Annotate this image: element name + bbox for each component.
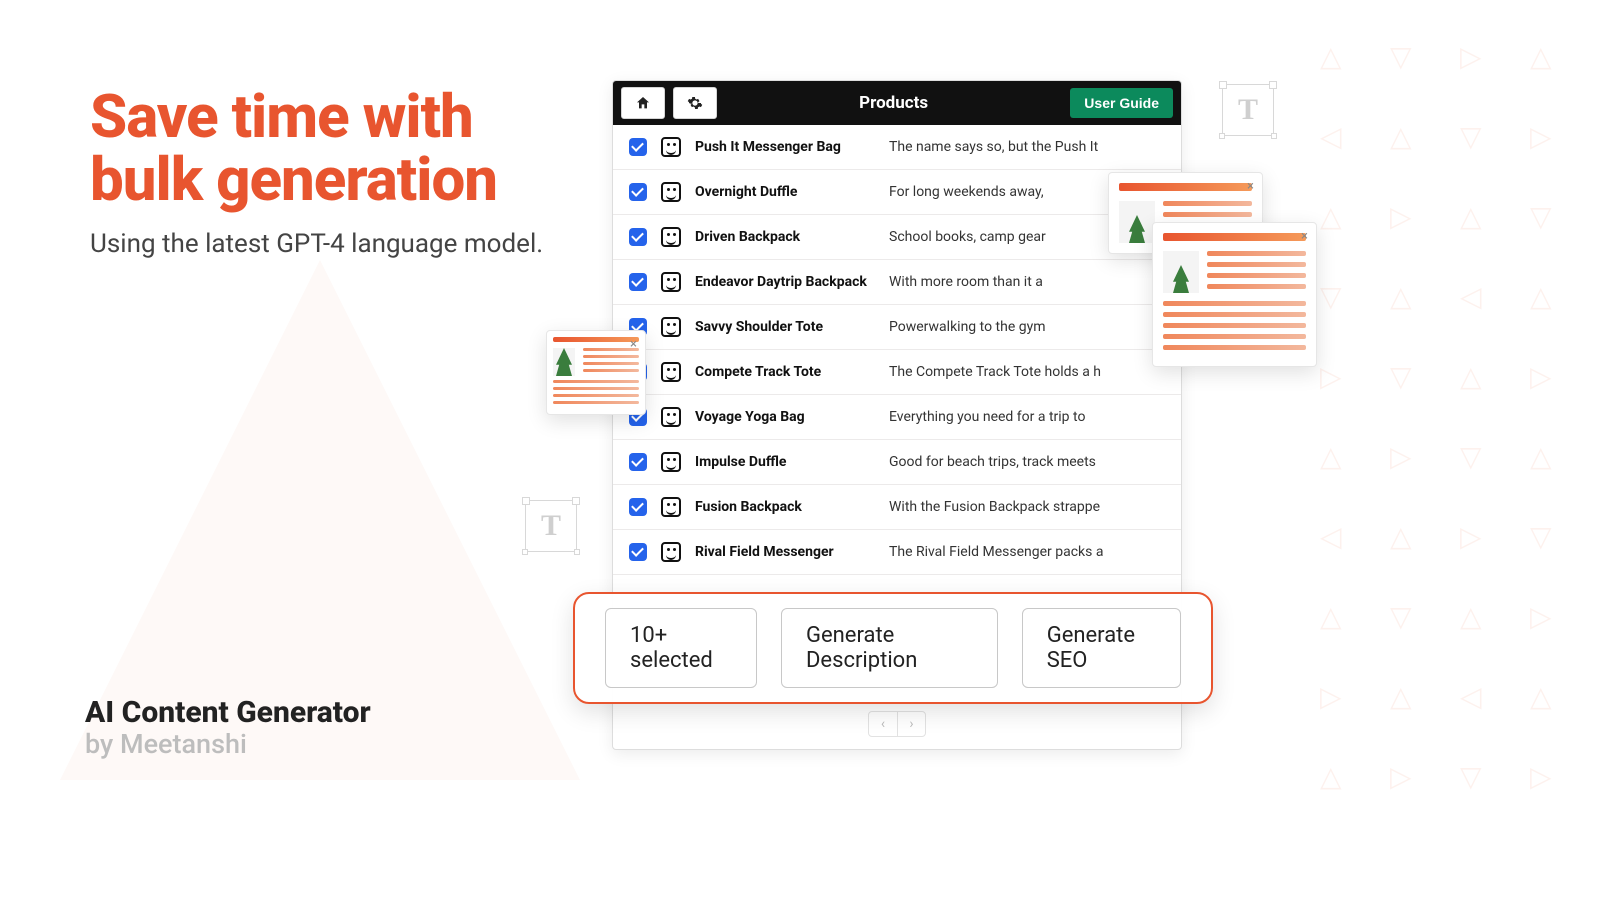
product-description: With more room than it a xyxy=(889,274,1043,290)
toolbar: Products User Guide xyxy=(613,81,1181,125)
close-icon[interactable]: × xyxy=(1247,179,1254,194)
pager-prev[interactable]: ‹ xyxy=(869,712,897,736)
home-button[interactable] xyxy=(621,87,665,119)
product-name: Overnight Duffle xyxy=(695,184,875,200)
product-description: With the Fusion Backpack strappe xyxy=(889,499,1100,515)
text-frame-icon: T xyxy=(1222,84,1274,136)
product-name: Fusion Backpack xyxy=(695,499,875,515)
generate-seo-button[interactable]: Generate SEO xyxy=(1022,608,1181,688)
product-name: Endeavor Daytrip Backpack xyxy=(695,274,875,290)
preview-card-small: × xyxy=(546,330,646,415)
table-row: Endeavor Daytrip Backpack With more room … xyxy=(613,260,1181,305)
product-description: The name says so, but the Push It xyxy=(889,139,1098,155)
close-icon[interactable]: × xyxy=(1301,229,1308,244)
row-checkbox[interactable] xyxy=(629,228,647,246)
hero-subtitle: Using the latest GPT-4 language model. xyxy=(90,229,610,259)
product-thumbnail-icon xyxy=(661,542,681,562)
bulk-action-popover: 10+ selected Generate Description Genera… xyxy=(573,592,1213,704)
table-row: Rival Field Messenger The Rival Field Mes… xyxy=(613,530,1181,575)
product-thumbnail-icon xyxy=(661,452,681,472)
row-checkbox[interactable] xyxy=(629,273,647,291)
settings-button[interactable] xyxy=(673,87,717,119)
panel-title: Products xyxy=(725,93,1062,113)
product-description: Good for beach trips, track meets xyxy=(889,454,1096,470)
row-checkbox[interactable] xyxy=(629,543,647,561)
brand-byline: by Meetanshi xyxy=(85,728,371,760)
row-checkbox[interactable] xyxy=(629,183,647,201)
product-description: Powerwalking to the gym xyxy=(889,319,1046,335)
row-checkbox[interactable] xyxy=(629,138,647,156)
product-thumbnail-icon xyxy=(661,407,681,427)
product-name: Impulse Duffle xyxy=(695,454,875,470)
preview-card: × xyxy=(1152,222,1317,367)
table-row: Driven Backpack School books, camp gear xyxy=(613,215,1181,260)
product-name: Push It Messenger Bag xyxy=(695,139,875,155)
product-name: Driven Backpack xyxy=(695,229,875,245)
product-description: Everything you need for a trip to xyxy=(889,409,1085,425)
product-thumbnail-icon xyxy=(661,362,681,382)
product-thumbnail-icon xyxy=(661,272,681,292)
product-thumbnail-icon xyxy=(661,317,681,337)
table-row: Push It Messenger Bag The name says so, b… xyxy=(613,125,1181,170)
product-name: Rival Field Messenger xyxy=(695,544,875,560)
product-thumbnail-icon xyxy=(661,497,681,517)
generate-description-button[interactable]: Generate Description xyxy=(781,608,998,688)
table-row: Impulse Duffle Good for beach trips, trac… xyxy=(613,440,1181,485)
product-description: The Compete Track Tote holds a h xyxy=(889,364,1101,380)
product-description: The Rival Field Messenger packs a xyxy=(889,544,1103,560)
pager-next[interactable]: › xyxy=(897,712,925,736)
table-row: Overnight Duffle For long weekends away, xyxy=(613,170,1181,215)
gear-icon xyxy=(687,95,703,111)
product-name: Compete Track Tote xyxy=(695,364,875,380)
home-icon xyxy=(635,95,651,111)
product-name: Voyage Yoga Bag xyxy=(695,409,875,425)
close-icon[interactable]: × xyxy=(630,337,637,352)
bg-pattern: △▽▷△ ◁△▽▷ △▷△▽ ▽△◁△ ▷▽△▷ △▷▽△ ◁△▷▽ △▽△▷ … xyxy=(1300,0,1600,900)
product-description: For long weekends away, xyxy=(889,184,1044,200)
table-row: Fusion Backpack With the Fusion Backpack … xyxy=(613,485,1181,530)
table-row: Voyage Yoga Bag Everything you need for a… xyxy=(613,395,1181,440)
selected-count-chip[interactable]: 10+ selected xyxy=(605,608,757,688)
text-frame-icon: T xyxy=(525,500,577,552)
product-thumbnail-icon xyxy=(661,137,681,157)
product-thumbnail-icon xyxy=(661,182,681,202)
brand-block: AI Content Generator by Meetanshi xyxy=(85,695,371,760)
product-name: Savvy Shoulder Tote xyxy=(695,319,875,335)
row-checkbox[interactable] xyxy=(629,498,647,516)
hero-title: Save time withbulk generation xyxy=(90,85,610,211)
table-row: Compete Track Tote The Compete Track Tote… xyxy=(613,350,1181,395)
brand-name: AI Content Generator xyxy=(85,695,371,730)
row-checkbox[interactable] xyxy=(629,453,647,471)
product-thumbnail-icon xyxy=(661,227,681,247)
table-row: Savvy Shoulder Tote Powerwalking to the g… xyxy=(613,305,1181,350)
product-description: School books, camp gear xyxy=(889,229,1046,245)
user-guide-button[interactable]: User Guide xyxy=(1070,88,1173,118)
pager: ‹ › xyxy=(868,711,926,737)
